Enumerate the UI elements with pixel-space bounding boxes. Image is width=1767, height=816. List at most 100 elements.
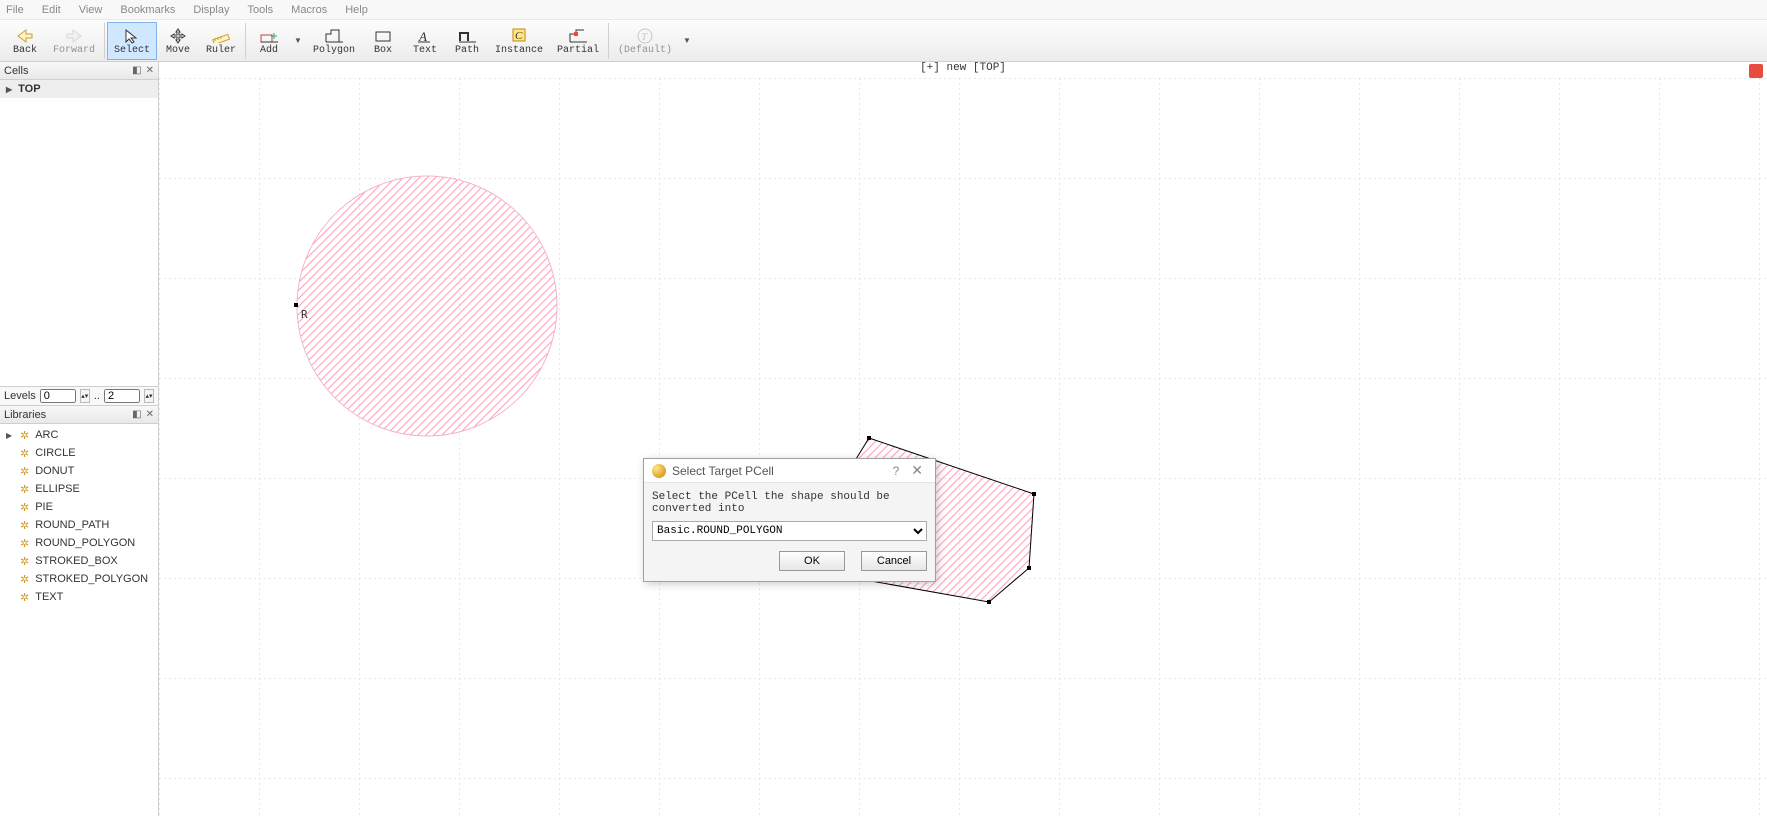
ok-button[interactable]: OK xyxy=(779,551,845,571)
pcell-select[interactable]: Basic.ROUND_POLYGON xyxy=(652,521,927,541)
help-icon[interactable]: ? xyxy=(885,464,908,478)
expand-icon[interactable]: ▶ xyxy=(6,431,14,440)
libraries-title: Libraries xyxy=(4,409,132,421)
close-icon[interactable]: ✕ xyxy=(907,462,927,479)
box-label: Box xyxy=(374,45,392,56)
spinner-icon[interactable]: ▴▾ xyxy=(80,389,90,403)
cell-label: TOP xyxy=(18,83,40,95)
menu-view[interactable]: View xyxy=(79,4,103,16)
ruler-icon xyxy=(211,27,231,45)
dialog-title: Select Target PCell xyxy=(672,464,885,478)
lib-item[interactable]: ✲DONUT xyxy=(0,462,158,480)
instance-button[interactable]: C Instance xyxy=(488,22,550,60)
menu-file[interactable]: File xyxy=(6,4,24,16)
levels-from-input[interactable] xyxy=(40,389,76,403)
gear-icon: ✲ xyxy=(20,501,29,514)
lib-item[interactable]: ✲CIRCLE xyxy=(0,444,158,462)
add-button[interactable]: Add xyxy=(248,22,290,60)
text-button[interactable]: A Text xyxy=(404,22,446,60)
polygon-button[interactable]: Polygon xyxy=(306,22,362,60)
circle-shape[interactable] xyxy=(297,176,557,436)
lib-item[interactable]: ✲ ROUND_POLYGON xyxy=(0,534,158,552)
back-button[interactable]: Back xyxy=(4,22,46,60)
spinner-icon[interactable]: ▴▾ xyxy=(144,389,154,403)
toolbar-separator xyxy=(104,23,105,59)
lib-label: PIE xyxy=(35,501,53,513)
menu-macros[interactable]: Macros xyxy=(291,4,327,16)
expand-icon[interactable]: ▶ xyxy=(6,85,12,94)
layout-canvas[interactable]: [+] new [TOP] R xyxy=(159,62,1767,816)
cursor-icon xyxy=(122,27,142,45)
menu-help[interactable]: Help xyxy=(345,4,368,16)
arrow-left-icon xyxy=(15,27,35,45)
text-icon: A xyxy=(415,27,435,45)
select-button[interactable]: Select xyxy=(107,22,157,60)
lib-item[interactable]: ✲ELLIPSE xyxy=(0,480,158,498)
box-button[interactable]: Box xyxy=(362,22,404,60)
marker-dot xyxy=(294,303,298,307)
cancel-button[interactable]: Cancel xyxy=(861,551,927,571)
box-icon xyxy=(373,27,393,45)
svg-text:T: T xyxy=(641,31,648,43)
lib-label: ELLIPSE xyxy=(35,483,80,495)
instance-label: Instance xyxy=(495,45,543,56)
partial-label: Partial xyxy=(557,45,599,56)
lib-label: STROKED_BOX xyxy=(35,555,118,567)
select-target-pcell-dialog: Select Target PCell ? ✕ Select the PCell… xyxy=(643,458,936,582)
levels-to-input[interactable] xyxy=(104,389,140,403)
move-label: Move xyxy=(166,45,190,56)
lib-item[interactable]: ✲STROKED_POLYGON xyxy=(0,570,158,588)
gear-icon: ✲ xyxy=(20,447,29,460)
undock-icon[interactable]: ◧ xyxy=(132,409,141,420)
lib-label: ROUND_POLYGON xyxy=(35,537,135,549)
ruler-button[interactable]: Ruler xyxy=(199,22,243,60)
forward-label: Forward xyxy=(53,45,95,56)
add-label: Add xyxy=(260,45,278,56)
lib-item[interactable]: ✲ PIE xyxy=(0,498,158,516)
lib-item[interactable]: ✲STROKED_BOX xyxy=(0,552,158,570)
svg-text:A: A xyxy=(418,29,427,43)
cells-panel-header: Cells ◧ ✕ xyxy=(0,62,158,80)
undock-icon[interactable]: ◧ xyxy=(132,65,141,76)
canvas-svg: R xyxy=(159,78,1767,816)
default-button[interactable]: T (Default) xyxy=(611,22,679,60)
cells-tree[interactable]: ▶ TOP xyxy=(0,80,158,386)
template-icon: T xyxy=(635,27,655,45)
default-label: (Default) xyxy=(618,45,672,56)
close-icon[interactable]: ✕ xyxy=(146,409,154,420)
lib-item[interactable]: ✲TEXT xyxy=(0,588,158,606)
cells-title: Cells xyxy=(4,65,132,77)
forward-button[interactable]: Forward xyxy=(46,22,102,60)
menu-bar: File Edit View Bookmarks Display Tools M… xyxy=(0,0,1767,20)
menu-display[interactable]: Display xyxy=(193,4,229,16)
lib-label: STROKED_POLYGON xyxy=(35,573,148,585)
lib-item[interactable]: ✲ ROUND_PATH xyxy=(0,516,158,534)
menu-tools[interactable]: Tools xyxy=(247,4,273,16)
polygon-label: Polygon xyxy=(313,45,355,56)
gear-icon: ✲ xyxy=(20,465,29,478)
dialog-titlebar[interactable]: Select Target PCell ? ✕ xyxy=(644,459,935,483)
lib-label: ARC xyxy=(35,429,58,441)
libraries-tree[interactable]: ▶✲ARC ✲CIRCLE ✲DONUT ✲ELLIPSE ✲PIE ✲ROUN… xyxy=(0,424,158,816)
text-label: Text xyxy=(413,45,437,56)
lib-item[interactable]: ▶✲ARC xyxy=(0,426,158,444)
left-sidebar: Cells ◧ ✕ ▶ TOP Levels ▴▾ .. ▴▾ Librarie… xyxy=(0,62,159,816)
lib-label: ROUND_PATH xyxy=(35,519,109,531)
levels-separator: .. xyxy=(94,390,100,402)
canvas-close-button[interactable] xyxy=(1749,64,1763,78)
partial-button[interactable]: Partial xyxy=(550,22,606,60)
canvas-title: [+] new [TOP] xyxy=(159,62,1767,78)
instance-icon: C xyxy=(509,27,529,45)
menu-edit[interactable]: Edit xyxy=(42,4,61,16)
lib-label: TEXT xyxy=(35,591,63,603)
path-button[interactable]: Path xyxy=(446,22,488,60)
arrow-right-icon xyxy=(64,27,84,45)
cell-item-top[interactable]: ▶ TOP xyxy=(0,80,158,98)
add-dropdown[interactable]: ▼ xyxy=(290,22,306,60)
close-icon[interactable]: ✕ xyxy=(146,65,154,76)
gear-icon: ✲ xyxy=(20,519,29,532)
menu-bookmarks[interactable]: Bookmarks xyxy=(120,4,175,16)
move-button[interactable]: Move xyxy=(157,22,199,60)
default-dropdown[interactable]: ▼ xyxy=(679,22,695,60)
gear-icon: ✲ xyxy=(20,537,29,550)
